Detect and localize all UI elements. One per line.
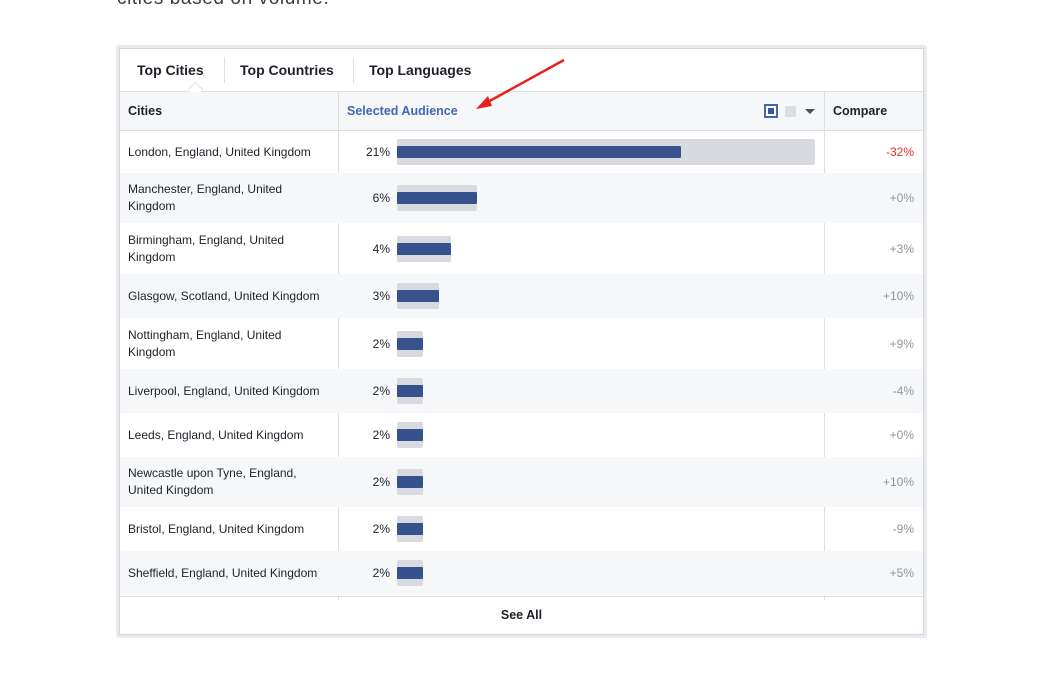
audience-percent: 2% — [372, 384, 390, 398]
tab-bar: Top Cities Top Countries Top Languages — [120, 49, 923, 98]
audience-bar — [397, 476, 423, 488]
audience-percent: 2% — [372, 336, 390, 351]
table-header: Cities Selected Audience Compare — [120, 92, 923, 131]
audience-percent: 4% — [372, 241, 390, 256]
audience-percent: 2% — [372, 475, 390, 489]
table-row: Glasgow, Scotland, United Kingdom 3% +10% — [120, 274, 923, 318]
audience-bar — [397, 290, 439, 302]
gray-square-icon[interactable] — [785, 106, 796, 117]
column-header-compare: Compare — [833, 104, 888, 118]
audience-bar — [397, 146, 681, 158]
column-header-cities: Cities — [128, 104, 163, 118]
audience-bar — [397, 567, 423, 579]
audience-bar — [397, 242, 451, 255]
city-name: Sheffield, England, United Kingdom — [128, 565, 318, 580]
compare-value: +0% — [889, 191, 914, 205]
table-row: Leeds, England, United Kingdom 2% +0% — [120, 413, 923, 457]
audience-bar — [397, 192, 477, 204]
audience-percent: 21% — [365, 145, 390, 159]
city-name: Leeds, England, United Kingdom — [128, 427, 304, 442]
table-row: Nottingham, England, United Kingdom 2% +9% — [120, 318, 923, 369]
compare-value: +5% — [889, 566, 914, 580]
city-name: Nottingham, England, United Kingdom — [128, 327, 282, 359]
compare-value: +10% — [882, 475, 914, 489]
tab-divider — [353, 57, 354, 83]
table-row: London, England, United Kingdom 21% -32% — [120, 131, 923, 173]
tab-top-languages[interactable]: Top Languages — [369, 49, 471, 91]
audience-percent: 2% — [372, 428, 390, 442]
city-name: London, England, United Kingdom — [128, 144, 311, 159]
tab-divider — [224, 57, 225, 83]
compare-value: +3% — [889, 241, 914, 256]
city-name: Liverpool, England, United Kingdom — [128, 383, 320, 398]
audience-percent: 6% — [372, 191, 390, 205]
audience-insights-panel: Top Cities Top Countries Top Languages C… — [119, 48, 924, 635]
table-row: Bristol, England, United Kingdom 2% -9% — [120, 507, 923, 551]
article-caption-top: cities based on volume. — [117, 0, 329, 10]
table-row: Birmingham, England, United Kingdom 4% +3% — [120, 223, 923, 274]
city-name: Manchester, England, United Kingdom — [128, 182, 283, 213]
compare-value: -32% — [885, 145, 914, 159]
filled-square-icon[interactable] — [764, 104, 778, 118]
audience-percent: 2% — [372, 566, 390, 580]
compare-value: -9% — [892, 522, 914, 536]
audience-percent: 2% — [372, 522, 390, 536]
audience-insights-frame: Top Cities Top Countries Top Languages C… — [116, 45, 927, 638]
caret-down-icon[interactable] — [805, 109, 815, 114]
compare-value: -4% — [892, 384, 914, 398]
audience-bar — [397, 523, 423, 535]
compare-value: +10% — [882, 289, 914, 303]
compare-value: +9% — [889, 336, 914, 351]
tab-top-countries[interactable]: Top Countries — [240, 49, 334, 91]
city-name: Bristol, England, United Kingdom — [128, 521, 305, 536]
table-row: Sheffield, England, United Kingdom 2% +5% — [120, 551, 923, 595]
audience-bar — [397, 385, 423, 397]
audience-percent: 3% — [372, 289, 390, 303]
compare-value: +0% — [889, 428, 914, 442]
audience-bar — [397, 429, 423, 441]
table-footer: See All — [120, 596, 923, 634]
column-header-selected-audience[interactable]: Selected Audience — [347, 92, 458, 130]
audience-bar — [397, 337, 423, 350]
see-all-button[interactable]: See All — [120, 597, 923, 634]
table-row: Liverpool, England, United Kingdom 2% -4% — [120, 369, 923, 413]
table-row: Newcastle upon Tyne, England, United Kin… — [120, 457, 923, 507]
city-name: Glasgow, Scotland, United Kingdom — [128, 288, 320, 303]
city-name: Birmingham, England, United Kingdom — [128, 232, 285, 264]
table-row: Manchester, England, United Kingdom 6% +0% — [120, 173, 923, 223]
city-name: Newcastle upon Tyne, England, United Kin… — [128, 466, 297, 497]
